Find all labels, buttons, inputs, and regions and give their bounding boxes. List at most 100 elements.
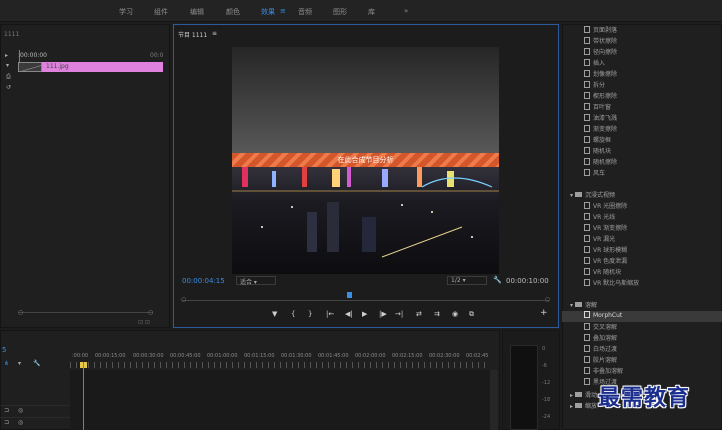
program-duration-timecode: 00:00:10:00 [506,277,549,285]
folder-immersive-video[interactable]: ▾ 沉浸式视频 [570,190,615,199]
effect-item[interactable]: 随机擦除 [584,157,617,168]
play-button[interactable]: ▶ [362,310,367,318]
effect-item[interactable]: 胶片溶解 [584,355,617,366]
effect-item[interactable]: 叠加溶解 [584,333,617,344]
lock-icon[interactable]: ⎙ [6,73,11,81]
folder-zoom[interactable]: ▸ 缩放 [570,401,597,410]
effect-item[interactable]: 带状擦除 [584,36,617,47]
transition-icon [584,356,590,363]
effect-item[interactable]: 白场过渡 [584,344,617,355]
effect-item[interactable]: VR 色度泄漏 [584,256,627,267]
go-to-in-button[interactable]: |← [326,310,334,318]
effect-item[interactable]: 百叶窗 [584,102,611,113]
expand-icon[interactable]: ▸ [5,52,8,59]
folder-dissolve[interactable]: ▾ 溶解 [570,300,597,309]
scrub-end-icon[interactable]: ○ [545,296,550,303]
clip-thumbnail [18,62,42,72]
eye-icon[interactable]: ◎ [18,419,23,426]
effect-item[interactable]: 风车 [584,168,605,179]
effect-item[interactable]: 交叉溶解 [584,322,617,333]
program-scrub-track[interactable] [182,300,549,301]
workspace-graphics[interactable]: 图形 [333,7,347,17]
source-scrollbar[interactable] [18,312,153,313]
track-output-icon[interactable]: ⊐ [4,419,9,426]
quality-dropdown[interactable]: 1/2 ▾ [447,276,487,285]
transition-icon [584,334,590,341]
workspace-libraries[interactable]: 库 [368,7,375,17]
scrub-start-icon[interactable]: ○ [181,296,186,303]
workspace-menu-icon[interactable]: ≡ [280,7,286,15]
effect-item[interactable]: 插入 [584,58,605,69]
track-output-icon[interactable]: ⊐ [4,407,9,414]
export-frame-button[interactable]: ◉ [452,310,458,318]
folder-slide[interactable]: ▸ 滑动 [570,390,597,399]
workspace-editing[interactable]: 编辑 [190,7,204,17]
source-panel-tab[interactable]: 1111 [4,31,19,38]
lift-button[interactable]: ⇄ [416,310,422,318]
effect-item[interactable]: VR 漏光 [584,234,615,245]
clip-name: 111.jpg [46,63,69,70]
effect-item[interactable]: VR 光线 [584,212,615,223]
source-footer-icon[interactable]: ⊡ ⊡ [138,319,150,326]
scroll-handle-right-icon[interactable]: ○ [148,309,153,316]
effect-item[interactable]: VR 渐变擦除 [584,223,627,234]
program-menu-icon[interactable]: ≡ [212,30,217,37]
fit-dropdown[interactable]: 适合 ▾ [236,276,276,286]
effect-item[interactable]: 螺旋框 [584,135,611,146]
effect-item[interactable]: VR 光圈擦除 [584,201,627,212]
effect-item-morphcut[interactable]: MorphCut [562,311,722,322]
step-forward-button[interactable]: |▶ [379,310,387,318]
folder-icon [575,392,583,397]
marker-icon[interactable]: ▾ [18,360,21,367]
program-title[interactable]: 节目 1111 [178,30,207,39]
program-current-timecode[interactable]: 00:00:04:15 [182,277,225,285]
workspace-overflow-icon[interactable]: » [404,7,408,15]
workspace-audio[interactable]: 音频 [298,7,312,17]
timeline-playhead[interactable] [83,362,84,430]
workspace-assembly[interactable]: 组件 [154,7,168,17]
scroll-handle-left-icon[interactable]: ○ [18,309,23,316]
meter-db-label: -6 [542,363,547,369]
snap-icon[interactable]: ⋔ [4,360,9,367]
effect-item[interactable]: 非叠加溶解 [584,366,623,377]
timeline-scrollbar[interactable] [490,370,498,430]
workspace-learn[interactable]: 学习 [119,7,133,17]
effect-item[interactable]: VR 随机块 [584,267,621,278]
workspace-effects[interactable]: 效果 [261,7,275,17]
timeline-track-area[interactable] [70,370,490,430]
transition-icon [584,147,590,154]
effect-item[interactable]: 拆分 [584,80,605,91]
transition-icon [584,37,590,44]
timeline-ruler[interactable] [70,362,490,368]
effect-item[interactable]: 随机块 [584,146,611,157]
effect-item-label: 叠加溶解 [593,335,618,342]
add-marker-button[interactable]: ▼ [272,310,277,318]
video-preview[interactable]: 在此合成节目分析 [232,47,499,274]
undo-icon[interactable]: ↺ [6,84,11,91]
source-playhead[interactable] [19,50,20,62]
effect-item[interactable]: 楔形擦除 [584,91,617,102]
program-playhead[interactable] [347,292,352,298]
mark-out-button[interactable]: } [308,310,312,318]
effect-item[interactable]: 油漆飞溅 [584,113,617,124]
effect-item[interactable]: VR 默比乌斯缩放 [584,278,639,289]
toggle-track-icon[interactable]: ▾ [6,62,9,69]
effect-item[interactable]: 径向擦除 [584,47,617,58]
wrench-icon[interactable]: 🔧 [493,276,502,284]
effect-item[interactable]: VR 球形模糊 [584,245,627,256]
comparison-view-button[interactable]: ⧉ [469,310,474,319]
eye-icon[interactable]: ◎ [18,407,23,414]
mark-in-button[interactable]: { [291,310,295,318]
meter-db-label: -12 [542,380,551,386]
go-to-out-button[interactable]: →| [395,310,403,318]
wrench-icon[interactable]: 🔧 [33,360,40,367]
extract-button[interactable]: ⇉ [434,310,440,318]
step-back-button[interactable]: ◀| [345,310,353,318]
button-editor-button[interactable]: + [540,308,548,318]
workspace-color[interactable]: 颜色 [226,7,240,17]
effect-item[interactable]: 划像擦除 [584,69,617,80]
effect-item[interactable]: 页面剥落 [584,25,617,36]
effect-item-label: 径向擦除 [593,49,618,56]
effect-item[interactable]: 渐变擦除 [584,124,617,135]
timeline-timecode[interactable]: 5 [2,346,6,354]
